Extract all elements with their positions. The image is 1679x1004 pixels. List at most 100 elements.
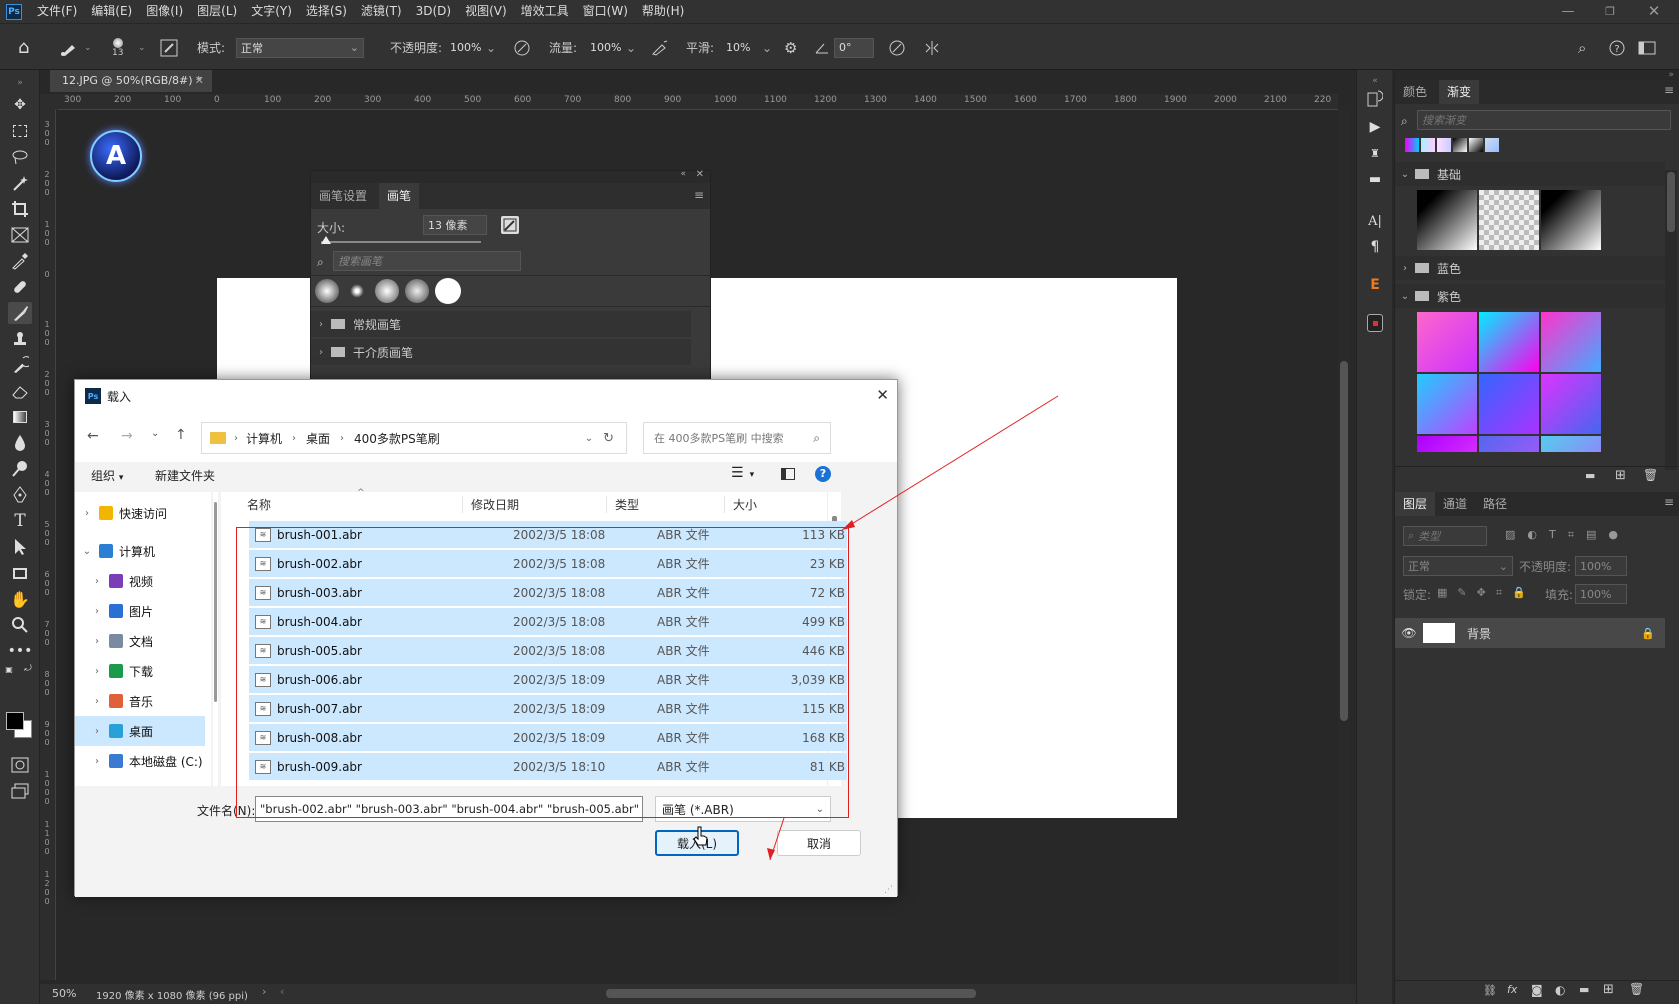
marquee-tool-icon[interactable] — [8, 120, 32, 142]
chevron-down-icon[interactable]: ⌄ — [138, 24, 146, 71]
menu-item[interactable]: 帮助(H) — [635, 0, 691, 23]
eyedropper-tool-icon[interactable] — [8, 250, 32, 272]
smart-object-filter-icon[interactable]: ▤ — [1586, 528, 1596, 542]
eye-icon[interactable]: 👁 — [1395, 626, 1423, 640]
swap-colors-icon[interactable]: ⤾ — [22, 664, 34, 674]
up-arrow-icon[interactable]: ↑ — [175, 427, 187, 443]
breadcrumb-folder[interactable]: 400多款PS笔刷 — [354, 430, 440, 447]
airbrush-icon[interactable] — [650, 24, 670, 71]
collapse-right-icon[interactable]: » — [1395, 70, 1679, 80]
nav-item[interactable]: › 下载 — [75, 656, 211, 686]
frame-tool-icon[interactable] — [8, 224, 32, 246]
column-size[interactable]: 大小 — [725, 496, 805, 513]
chevron-down-icon[interactable]: ⌄ — [626, 41, 636, 55]
zoom-tool-icon[interactable] — [8, 614, 32, 636]
lock-all-icon[interactable]: 🔒 — [1512, 586, 1526, 600]
tab-gradients[interactable]: 渐变 — [1439, 80, 1480, 104]
close-tab-icon[interactable]: ✕ — [195, 70, 204, 92]
chevron-icon[interactable]: › — [85, 756, 109, 767]
gradient-swatch[interactable] — [1417, 436, 1477, 452]
filter-toggle-icon[interactable]: ● — [1608, 528, 1618, 542]
menu-item[interactable]: 文件(F) — [30, 0, 84, 23]
collapse-toolbar-icon[interactable]: » — [8, 72, 32, 94]
healing-brush-tool-icon[interactable] — [8, 276, 32, 298]
gradient-swatch[interactable] — [1541, 190, 1601, 250]
crop-tool-icon[interactable] — [8, 198, 32, 220]
cancel-button[interactable]: 取消 — [777, 830, 861, 856]
brush-search-input[interactable]: 搜索画笔 — [333, 251, 521, 271]
breadcrumb-computer[interactable]: 计算机 — [246, 430, 282, 447]
brush-preset[interactable] — [315, 279, 339, 303]
horizontal-scrollbar-thumb[interactable] — [606, 989, 976, 998]
actions-panel-icon[interactable]: ▶ — [1363, 116, 1387, 138]
nav-item[interactable]: › 音乐 — [75, 686, 211, 716]
chevron-icon[interactable]: › — [85, 726, 109, 737]
panel-titlebar[interactable]: « ✕ — [311, 169, 710, 183]
gradient-swatch[interactable] — [1405, 138, 1419, 152]
home-icon[interactable]: ⌂ — [18, 24, 29, 71]
tab-paths[interactable]: 路径 — [1475, 492, 1515, 516]
scrollbar-thumb[interactable] — [1340, 361, 1348, 721]
default-colors-icon[interactable]: ▣ — [4, 664, 14, 674]
dialog-titlebar[interactable]: Ps 载入 ✕ — [75, 380, 897, 412]
nav-item[interactable]: › 本地磁盘 (C:) — [75, 746, 211, 776]
dialog-close-icon[interactable]: ✕ — [876, 386, 889, 404]
scroll-left-icon[interactable]: ‹ — [280, 985, 284, 998]
character-panel-icon[interactable]: A| — [1363, 210, 1387, 232]
opacity-input[interactable]: 100% — [446, 38, 482, 58]
menu-item[interactable]: 窗口(W) — [576, 0, 635, 23]
gradient-swatch[interactable] — [1421, 138, 1435, 152]
type-tool-icon[interactable]: T — [8, 510, 32, 532]
gradient-group[interactable]: ⌄ 基础 — [1395, 162, 1665, 186]
view-menu-icon[interactable]: ☰ ▾ — [731, 465, 754, 481]
document-tab[interactable]: 12.JPG @ 50%(RGB/8#) * ✕ — [50, 70, 212, 92]
gradient-tool-icon[interactable] — [8, 406, 32, 428]
gradient-swatch[interactable] — [1469, 138, 1483, 152]
image-filter-icon[interactable]: ▨ — [1505, 528, 1515, 542]
size-slider[interactable] — [321, 236, 481, 244]
brush-tool-preset-icon[interactable] — [58, 24, 80, 71]
gradient-group[interactable]: › 蓝色 — [1395, 256, 1665, 280]
gradients-scrollbar[interactable] — [1665, 170, 1677, 470]
pen-tool-icon[interactable] — [8, 484, 32, 506]
smoothing-input[interactable]: 10% — [722, 38, 758, 58]
lock-transparency-icon[interactable]: ▦ — [1437, 586, 1447, 600]
quick-mask-icon[interactable] — [8, 754, 32, 776]
comments-panel-icon[interactable]: ▬ — [1363, 168, 1387, 190]
history-panel-icon[interactable] — [1363, 88, 1387, 110]
menu-item[interactable]: 编辑(E) — [84, 0, 139, 23]
fx-icon[interactable]: fx — [1507, 983, 1517, 996]
chevron-icon[interactable]: › — [85, 636, 109, 647]
organize-button[interactable]: 组织 ▾ — [91, 467, 123, 484]
mode-select[interactable]: 正常 ⌄ — [236, 37, 364, 58]
brush-size-picker[interactable]: 13 — [112, 24, 123, 71]
ruler-origin[interactable] — [40, 94, 58, 110]
column-name[interactable]: 名称 — [221, 495, 463, 513]
gradient-swatch[interactable] — [1479, 436, 1539, 452]
brush-group[interactable]: › 常规画笔 — [311, 311, 691, 337]
nav-item[interactable]: ⌄ 计算机 — [75, 536, 211, 566]
fill-input[interactable]: 100% — [1575, 584, 1627, 604]
layer-opacity-input[interactable]: 100% — [1575, 556, 1627, 576]
trash-icon[interactable]: 🗑 — [1629, 982, 1644, 996]
menu-item[interactable]: 文字(Y) — [244, 0, 299, 23]
nav-item[interactable]: › 视频 — [75, 566, 211, 596]
chevron-icon[interactable]: › — [85, 606, 109, 617]
adjustment-layer-icon[interactable]: ◐ — [1555, 983, 1565, 997]
chevron-icon[interactable]: › — [75, 508, 99, 519]
preview-pane-icon[interactable] — [781, 468, 795, 480]
path-selection-tool-icon[interactable] — [8, 536, 32, 558]
plugin-e-icon[interactable]: E — [1363, 274, 1387, 296]
add-mask-icon[interactable]: ◙ — [1531, 983, 1543, 997]
type-filter-icon[interactable]: T — [1549, 528, 1556, 542]
screen-mode-icon[interactable] — [8, 780, 32, 802]
gradient-swatch[interactable] — [1453, 138, 1467, 152]
gradient-swatch[interactable] — [1541, 374, 1601, 434]
back-arrow-icon[interactable]: ← — [87, 428, 99, 444]
symmetry-icon[interactable] — [922, 24, 942, 71]
rectangle-tool-icon[interactable] — [8, 562, 32, 584]
magic-wand-tool-icon[interactable] — [8, 172, 32, 194]
forward-arrow-icon[interactable]: → — [121, 428, 133, 444]
gear-icon[interactable]: ⚙ — [784, 24, 797, 71]
workspace-icon[interactable] — [1638, 24, 1656, 71]
